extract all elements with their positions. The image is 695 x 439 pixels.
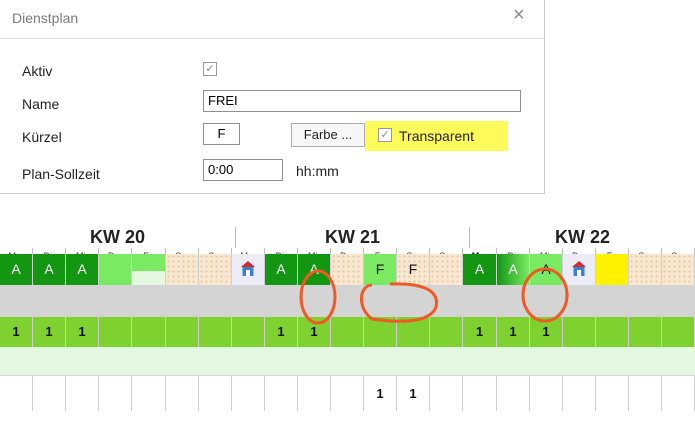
name-label: Name xyxy=(22,96,60,112)
aktiv-checkbox[interactable]: ✓ xyxy=(203,62,217,76)
transparent-label: Transparent xyxy=(399,128,474,144)
title-divider xyxy=(0,38,544,39)
dienstplan-dialog: Dienstplan × Aktiv ✓ Name FREI Kürzel F … xyxy=(0,0,545,194)
shift-plan-grid: KW 20 KW 21 KW 22 Mo.17.5Di.18.5Mi.19.5D… xyxy=(0,227,695,439)
time-unit-label: hh:mm xyxy=(296,163,339,179)
transparent-checkbox[interactable]: ✓ xyxy=(378,128,392,142)
kuerzel-label: Kürzel xyxy=(22,129,62,145)
annotation-circle-3 xyxy=(521,267,569,323)
annotation-circle-1 xyxy=(299,269,337,325)
plan-sollzeit-label: Plan-Sollzeit xyxy=(22,166,100,182)
name-input[interactable]: FREI xyxy=(203,90,521,112)
aktiv-label: Aktiv xyxy=(22,63,53,79)
plan-sollzeit-input[interactable]: 0:00 xyxy=(203,159,283,181)
annotation-circle-2 xyxy=(360,282,438,323)
kuerzel-input[interactable]: F xyxy=(203,123,240,145)
dialog-title: Dienstplan xyxy=(12,10,79,26)
farbe-button[interactable]: Farbe ... xyxy=(291,123,365,147)
close-icon[interactable]: × xyxy=(513,4,525,27)
annotation-layer xyxy=(299,267,569,325)
